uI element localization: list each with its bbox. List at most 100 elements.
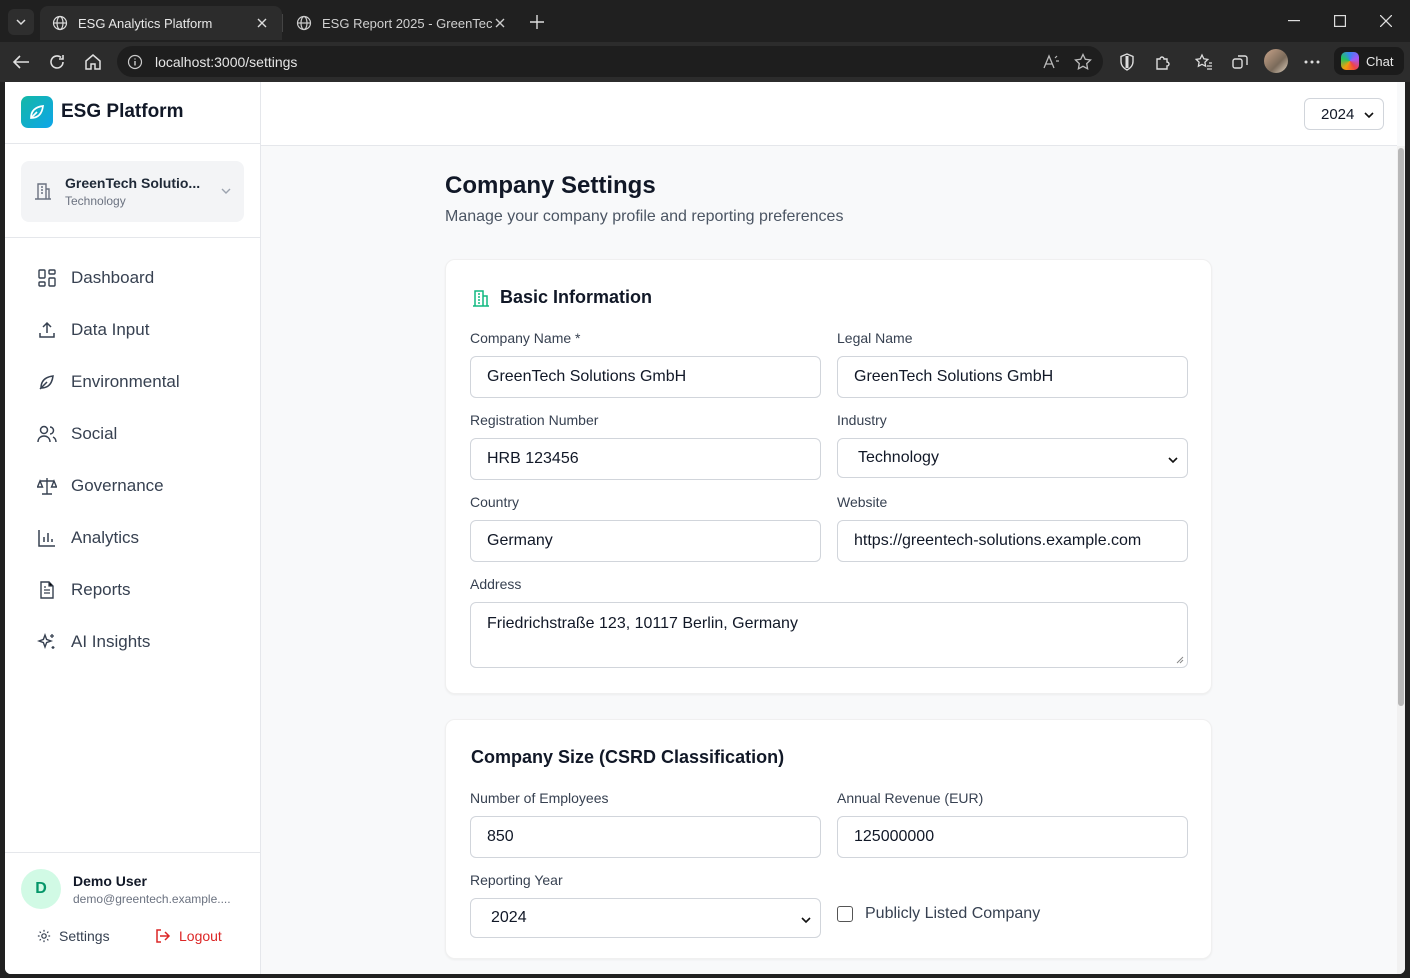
bar-chart-icon: [37, 528, 57, 548]
tab-esg-analytics[interactable]: ESG Analytics Platform: [40, 6, 282, 40]
field-label: Address: [470, 576, 522, 592]
address-textarea[interactable]: Friedrichstraße 123, 10117 Berlin, Germa…: [470, 602, 1188, 668]
section-title-text: Company Size (CSRD Classification): [471, 747, 785, 767]
gear-icon: [37, 929, 51, 943]
refresh-button[interactable]: [44, 50, 70, 74]
read-aloud-icon[interactable]: [1042, 53, 1060, 71]
close-tab-icon[interactable]: [492, 15, 508, 31]
close-window-button[interactable]: [1363, 0, 1409, 42]
divider: [5, 237, 261, 238]
revenue-field: Annual Revenue (EUR) 125000000: [837, 790, 1188, 858]
employees-input[interactable]: 850: [470, 816, 821, 858]
close-icon: [1380, 15, 1392, 27]
scrollbar-thumb[interactable]: [1398, 148, 1404, 706]
close-tab-icon[interactable]: [254, 15, 270, 31]
chevron-down-icon: [801, 917, 811, 924]
settings-content: Company Settings Manage your company pro…: [445, 172, 1212, 959]
scale-icon: [37, 476, 57, 496]
nav-item-environmental[interactable]: Environmental: [21, 356, 244, 408]
tab-actions-menu-button[interactable]: [8, 9, 34, 35]
settings-label: Settings: [59, 928, 110, 944]
nav-item-reports[interactable]: Reports: [21, 564, 244, 616]
revenue-input[interactable]: 125000000: [837, 816, 1188, 858]
nav-item-analytics[interactable]: Analytics: [21, 512, 244, 564]
page-subtitle: Manage your company profile and reportin…: [445, 208, 844, 225]
collections-icon[interactable]: [1230, 52, 1250, 72]
logout-label: Logout: [179, 928, 222, 944]
nav-item-social[interactable]: Social: [21, 408, 244, 460]
address-bar[interactable]: localhost:3000/settings: [117, 46, 1103, 77]
website-input[interactable]: https://greentech-solutions.example.com: [837, 520, 1188, 562]
sparkles-icon: [37, 632, 57, 652]
field-label: Registration Number: [470, 412, 599, 428]
extensions-puzzle-icon[interactable]: [1153, 52, 1173, 72]
company-selector[interactable]: GreenTech Solutio... Technology: [21, 161, 244, 222]
checkbox-box[interactable]: [837, 906, 853, 922]
building-icon: [35, 183, 51, 200]
url-text: localhost:3000/settings: [155, 53, 298, 70]
industry-select[interactable]: Technology: [837, 438, 1188, 478]
info-icon: [127, 54, 143, 69]
shield-extension-icon[interactable]: [1117, 52, 1137, 72]
page-viewport: ESG Platform GreenTech Solutio... Techno…: [5, 82, 1405, 974]
favorite-star-icon[interactable]: [1074, 53, 1092, 71]
legal-name-field: Legal Name GreenTech Solutions GmbH: [837, 330, 1188, 398]
dashboard-icon: [37, 268, 57, 288]
nav-item-dashboard[interactable]: Dashboard: [21, 252, 244, 304]
nav-label: AI Insights: [71, 632, 151, 651]
tab-esg-report[interactable]: ESG Report 2025 - GreenTech Sol: [284, 6, 520, 40]
chevron-down-icon: [221, 188, 231, 194]
country-input[interactable]: Germany: [470, 520, 821, 562]
brand[interactable]: ESG Platform: [21, 96, 183, 128]
checkbox-label: Publicly Listed Company: [865, 905, 1041, 922]
settings-link[interactable]: Settings: [37, 928, 110, 944]
industry-field: Industry Technology: [837, 412, 1188, 478]
favorites-icon[interactable]: [1194, 52, 1214, 72]
company-name: GreenTech Solutio...: [65, 175, 201, 191]
logout-button[interactable]: Logout: [155, 928, 222, 944]
resize-grip-icon[interactable]: [1176, 656, 1184, 664]
user-email: demo@greentech.example....: [73, 892, 231, 906]
section-title: Basic Information: [471, 287, 652, 308]
legal-name-input[interactable]: GreenTech Solutions GmbH: [837, 356, 1188, 398]
minimize-button[interactable]: [1271, 0, 1317, 42]
home-button[interactable]: [80, 50, 106, 74]
nav-label: Governance: [71, 476, 164, 495]
reporting-year-select[interactable]: 2024: [470, 898, 821, 938]
registration-number-input[interactable]: HRB 123456: [470, 438, 821, 480]
home-icon: [85, 54, 101, 70]
company-name-field: Company Name * GreenTech Solutions GmbH: [470, 330, 821, 398]
nav-item-data-input[interactable]: Data Input: [21, 304, 244, 356]
nav-item-ai-insights[interactable]: AI Insights: [21, 616, 244, 668]
nav-item-governance[interactable]: Governance: [21, 460, 244, 512]
logout-icon: [156, 929, 171, 943]
chevron-down-icon: [1364, 112, 1374, 119]
more-menu-icon[interactable]: [1302, 52, 1322, 72]
new-tab-button[interactable]: [526, 11, 548, 33]
industry-value: Technology: [858, 449, 939, 466]
reporting-year-value: 2024: [491, 909, 527, 926]
leaf-icon: [37, 372, 57, 392]
nav-label: Analytics: [71, 528, 140, 547]
building-icon: [473, 289, 489, 307]
brand-name: ESG Platform: [61, 101, 184, 122]
user-name: Demo User: [73, 873, 147, 889]
leaf-logo-icon: [21, 96, 53, 128]
year-selector[interactable]: 2024: [1304, 98, 1384, 130]
back-button[interactable]: [8, 50, 34, 74]
page-scrollbar[interactable]: [1397, 146, 1405, 974]
profile-avatar[interactable]: [1264, 49, 1288, 73]
nav-label: Environmental: [71, 372, 180, 391]
website-field: Website https://greentech-solutions.exam…: [837, 494, 1188, 562]
maximize-button[interactable]: [1317, 0, 1363, 42]
copilot-chat-button[interactable]: Chat: [1334, 47, 1404, 75]
publicly-listed-checkbox[interactable]: Publicly Listed Company: [837, 905, 1040, 923]
refresh-icon: [50, 55, 64, 69]
page-title: Company Settings: [445, 172, 656, 199]
basic-information-card: Basic Information Company Name * GreenTe…: [445, 259, 1212, 694]
company-name-input[interactable]: GreenTech Solutions GmbH: [470, 356, 821, 398]
arrow-left-icon: [12, 55, 29, 69]
field-label: Country: [470, 494, 520, 510]
year-value: 2024: [1321, 105, 1355, 123]
browser-tab-bar: ESG Analytics Platform ESG Report 2025 -…: [0, 0, 1410, 42]
